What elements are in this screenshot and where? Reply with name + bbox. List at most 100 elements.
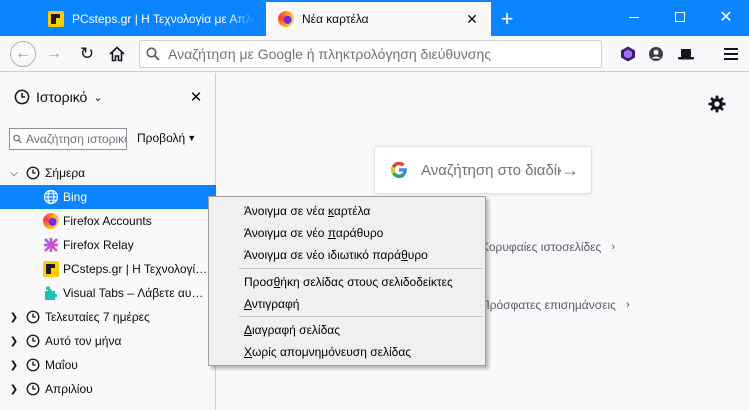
history-sidebar: Ιστορικό ⌄ ✕ Προβολή ▼ ⌵ Σήμερα (0, 73, 216, 410)
tab-new-tab[interactable]: Νέα καρτέλα ✕ (266, 2, 491, 36)
view-label: Προβολή (137, 131, 186, 145)
history-group-today[interactable]: ⌵ Σήμερα (0, 161, 216, 185)
back-arrow-icon: ← (10, 41, 36, 67)
close-icon: ✕ (189, 89, 203, 106)
history-item-bing[interactable]: Bing (0, 185, 216, 209)
history-item-label: Visual Tabs – Λάβετε αυτή την επέκταση (63, 286, 208, 300)
close-sidebar-button[interactable]: ✕ (186, 87, 206, 107)
forward-button[interactable]: → (40, 40, 68, 68)
clock-icon (26, 166, 40, 180)
menu-item-label: Διαγραφή σελίδας (244, 323, 340, 337)
menu-item-open-new-tab[interactable]: Άνοιγμα σε νέα καρτέλα (210, 200, 484, 222)
history-item-visual-tabs[interactable]: Visual Tabs – Λάβετε αυτή την επέκταση (0, 281, 216, 305)
tab-title: PCsteps.gr | Η Τεχνολογία με Απλά Λόγια (72, 12, 256, 26)
web-search-label: Αναζήτηση στο διαδίκτυο (421, 161, 561, 179)
arrow-right-icon[interactable]: → (561, 160, 591, 181)
menu-item-label: Άνοιγμα σε νέο παράθυρο (244, 226, 384, 240)
web-search-box[interactable]: Αναζήτηση στο διαδίκτυο → (374, 146, 592, 194)
tab-pcsteps[interactable]: PCsteps.gr | Η Τεχνολογία με Απλά Λόγια (36, 2, 266, 36)
menu-item-label: Προσθήκη σελίδας στους σελιδοδείκτες (244, 275, 453, 289)
menu-item-open-new-window[interactable]: Άνοιγμα σε νέο παράθυρο (210, 222, 484, 244)
clock-icon (26, 358, 40, 372)
history-group-this-month[interactable]: ❯ Αυτό τον μήνα (0, 329, 216, 353)
menu-separator (239, 316, 483, 317)
account-icon (649, 47, 663, 61)
history-item-firefox-relay[interactable]: Firefox Relay (0, 233, 216, 257)
gear-icon (708, 95, 726, 113)
home-button[interactable] (103, 40, 131, 68)
section-title: Πρόσφατες επισημάνσεις (481, 298, 616, 312)
view-menu-button[interactable]: Προβολή ▼ (137, 131, 196, 145)
clock-icon (26, 310, 40, 324)
chevron-right-icon: ❯ (9, 359, 19, 371)
tab-title: Νέα καρτέλα (302, 12, 369, 26)
sidebar-header[interactable]: Ιστορικό ⌄ (0, 73, 216, 121)
menu-item-label: Άνοιγμα σε νέα καρτέλα (244, 204, 371, 218)
history-item-pcsteps[interactable]: PCsteps.gr | Η Τεχνολογία με Απλά Λόγια (0, 257, 216, 281)
history-context-menu: Άνοιγμα σε νέα καρτέλα Άνοιγμα σε νέο πα… (208, 196, 486, 366)
chevron-right-icon: ❯ (9, 311, 19, 323)
google-icon (391, 161, 407, 179)
maximize-icon (675, 12, 685, 22)
chevron-right-icon: › (625, 299, 630, 311)
history-item-label: Bing (63, 190, 88, 204)
menu-item-open-private-window[interactable]: Άνοιγμα σε νέο ιδιωτικό παράθυρο (210, 244, 484, 266)
section-top-sites[interactable]: Κορυφαίες ιστοσελίδες › (481, 240, 615, 254)
section-highlights[interactable]: Πρόσφατες επισημάνσεις › (481, 298, 630, 312)
reload-button[interactable]: ↻ (73, 40, 101, 68)
app-menu-button[interactable] (717, 40, 745, 68)
menu-item-copy[interactable]: Αντιγραφή (210, 293, 484, 315)
group-label: Μαΐου (45, 358, 78, 372)
chevron-right-icon: › (611, 241, 615, 253)
chevron-down-icon: ▼ (187, 133, 197, 143)
pcsteps-icon (48, 11, 64, 27)
firefox-icon (43, 213, 59, 229)
chevron-down-icon: ⌵ (10, 167, 18, 179)
sidebar-title: Ιστορικό (36, 89, 88, 105)
search-icon (146, 47, 160, 61)
history-item-label: PCsteps.gr | Η Τεχνολογία με Απλά Λόγια (63, 262, 208, 276)
maximize-button[interactable] (657, 0, 703, 34)
title-bar: PCsteps.gr | Η Τεχνολογία με Απλά Λόγια … (0, 0, 749, 36)
menu-item-label: Χωρίς απομνημόνευση σελίδας (244, 345, 412, 359)
private-mode-button[interactable] (672, 40, 700, 68)
back-button[interactable]: ← (9, 40, 37, 68)
extension-icon (621, 46, 635, 62)
minimize-button[interactable] (611, 0, 657, 34)
customize-button[interactable] (708, 95, 726, 116)
menu-item-bookmark-page[interactable]: Προσθήκη σελίδας στους σελιδοδείκτες (210, 271, 484, 293)
history-item-label: Firefox Relay (63, 238, 134, 252)
history-group-last-7-days[interactable]: ❯ Τελευταίες 7 ημέρες (0, 305, 216, 329)
close-tab-icon[interactable]: ✕ (463, 10, 481, 28)
clock-icon (14, 89, 30, 105)
history-item-firefox-accounts[interactable]: Firefox Accounts (0, 209, 216, 233)
menu-item-forget-page[interactable]: Χωρίς απομνημόνευση σελίδας (210, 341, 484, 363)
close-window-button[interactable]: ✕ (703, 0, 749, 34)
minimize-icon (629, 16, 639, 18)
new-tab-button[interactable]: + (494, 6, 520, 32)
account-button[interactable] (642, 40, 670, 68)
hat-icon (678, 49, 694, 60)
hamburger-menu-icon (724, 48, 738, 60)
group-label: Σήμερα (45, 166, 86, 180)
history-search-input[interactable] (26, 132, 126, 146)
home-icon (109, 46, 125, 62)
firefox-icon (278, 11, 294, 27)
url-bar[interactable] (139, 40, 602, 68)
globe-icon (43, 189, 59, 205)
section-title: Κορυφαίες ιστοσελίδες (481, 240, 602, 254)
puzzle-icon (45, 286, 58, 300)
group-label: Απριλίου (45, 382, 93, 396)
history-item-label: Firefox Accounts (63, 214, 152, 228)
chevron-right-icon: ❯ (9, 335, 19, 347)
extension-button[interactable] (614, 40, 642, 68)
menu-item-delete-page[interactable]: Διαγραφή σελίδας (210, 319, 484, 341)
group-label: Αυτό τον μήνα (45, 334, 122, 348)
search-icon (13, 134, 22, 144)
navigation-toolbar: ← → ↻ (0, 36, 749, 72)
history-group-may[interactable]: ❯ Μαΐου (0, 353, 216, 377)
url-input[interactable] (168, 46, 601, 62)
history-group-april[interactable]: ❯ Απριλίου (0, 377, 216, 401)
history-search-box[interactable] (9, 128, 127, 150)
clock-icon (26, 382, 40, 396)
